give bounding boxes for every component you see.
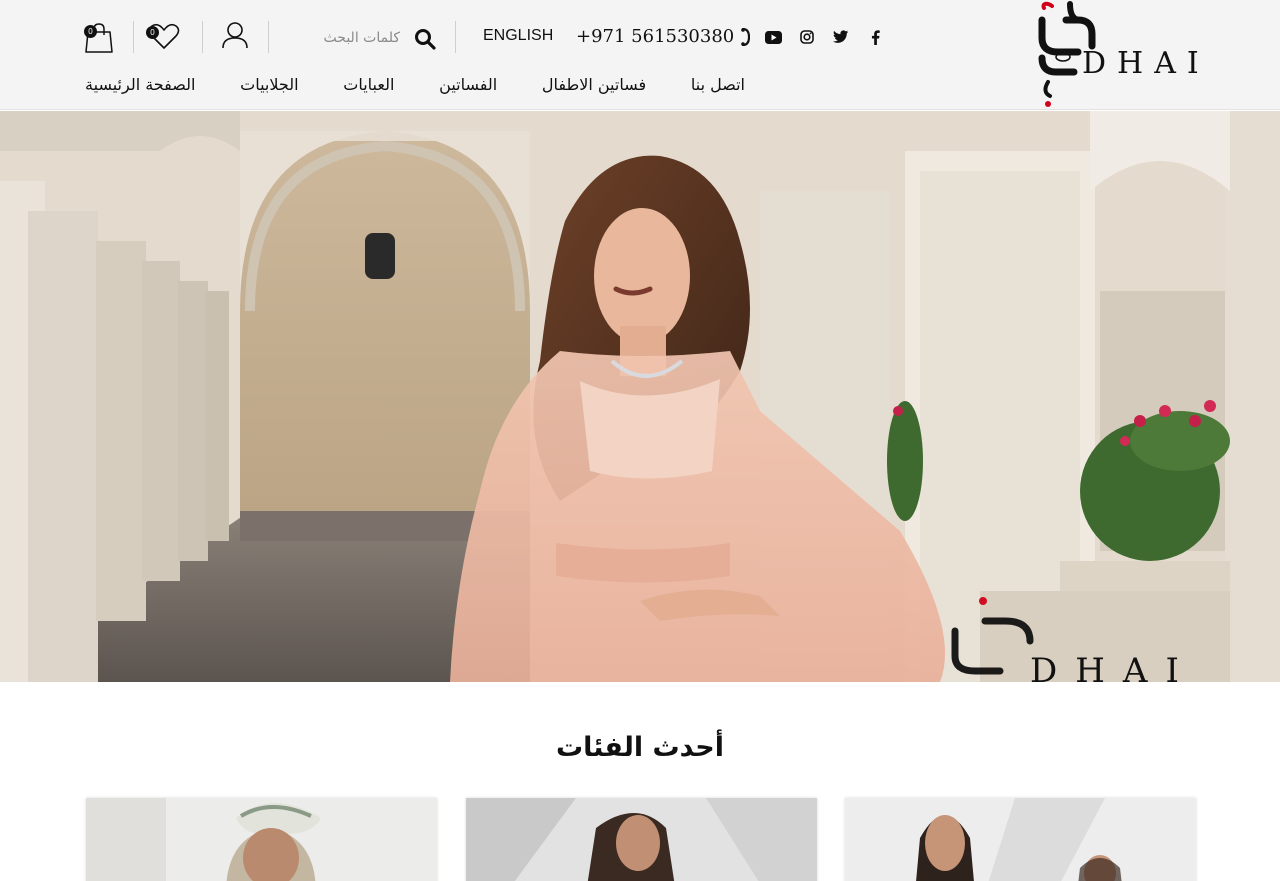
cart-count-badge: 0 bbox=[84, 25, 97, 38]
instagram-icon[interactable] bbox=[798, 28, 816, 46]
logo-wordmark: DHAI bbox=[1082, 46, 1210, 81]
divider bbox=[268, 21, 269, 53]
hero-banner[interactable]: DHAI bbox=[0, 111, 1280, 682]
youtube-icon[interactable] bbox=[764, 28, 782, 46]
divider bbox=[133, 21, 134, 53]
nav-item-dresses[interactable]: الفساتين bbox=[439, 75, 497, 94]
main-nav: الصفحة الرئيسية الجلابيات العبايات الفسا… bbox=[85, 75, 745, 94]
cart-button[interactable]: 0 bbox=[82, 22, 116, 54]
search-input[interactable] bbox=[280, 24, 400, 52]
category-card-2-image bbox=[466, 798, 817, 881]
phone-icon bbox=[741, 27, 751, 46]
facebook-icon[interactable] bbox=[866, 28, 884, 46]
divider bbox=[202, 21, 203, 53]
wishlist-count-badge: 0 bbox=[146, 26, 159, 39]
nav-item-jalabiyas[interactable]: الجلابيات bbox=[240, 75, 298, 94]
phone-number: +971 561530380 bbox=[576, 26, 735, 47]
section-title: أحدث الفئات bbox=[556, 732, 724, 763]
social-links bbox=[764, 28, 884, 46]
wishlist-button[interactable]: 0 bbox=[145, 22, 183, 52]
category-card-2[interactable] bbox=[466, 798, 817, 881]
user-account-icon[interactable] bbox=[220, 20, 250, 50]
category-card-3-image bbox=[845, 798, 1196, 881]
nav-item-home[interactable]: الصفحة الرئيسية bbox=[85, 75, 195, 94]
brand-logo[interactable]: DHAI bbox=[1030, 0, 1205, 110]
category-card-1[interactable] bbox=[86, 798, 437, 881]
contact-phone[interactable]: +971 561530380 bbox=[576, 26, 751, 47]
category-card-1-image bbox=[86, 798, 437, 881]
hero-image: DHAI bbox=[0, 111, 1280, 682]
nav-item-abayas[interactable]: العبايات bbox=[343, 75, 394, 94]
nav-item-contact[interactable]: اتصل بنا bbox=[691, 75, 745, 94]
hero-watermark-text: DHAI bbox=[1030, 651, 1197, 682]
category-cards bbox=[86, 798, 1196, 881]
search-icon[interactable] bbox=[413, 27, 437, 51]
site-header: DHAI +971 561530380 ENGLISH 0 bbox=[0, 0, 1280, 110]
category-card-3[interactable] bbox=[845, 798, 1196, 881]
twitter-icon[interactable] bbox=[832, 28, 850, 46]
divider bbox=[455, 21, 456, 53]
nav-item-kids-dresses[interactable]: فساتين الاطفال bbox=[542, 75, 646, 94]
language-switch[interactable]: ENGLISH bbox=[483, 27, 553, 45]
